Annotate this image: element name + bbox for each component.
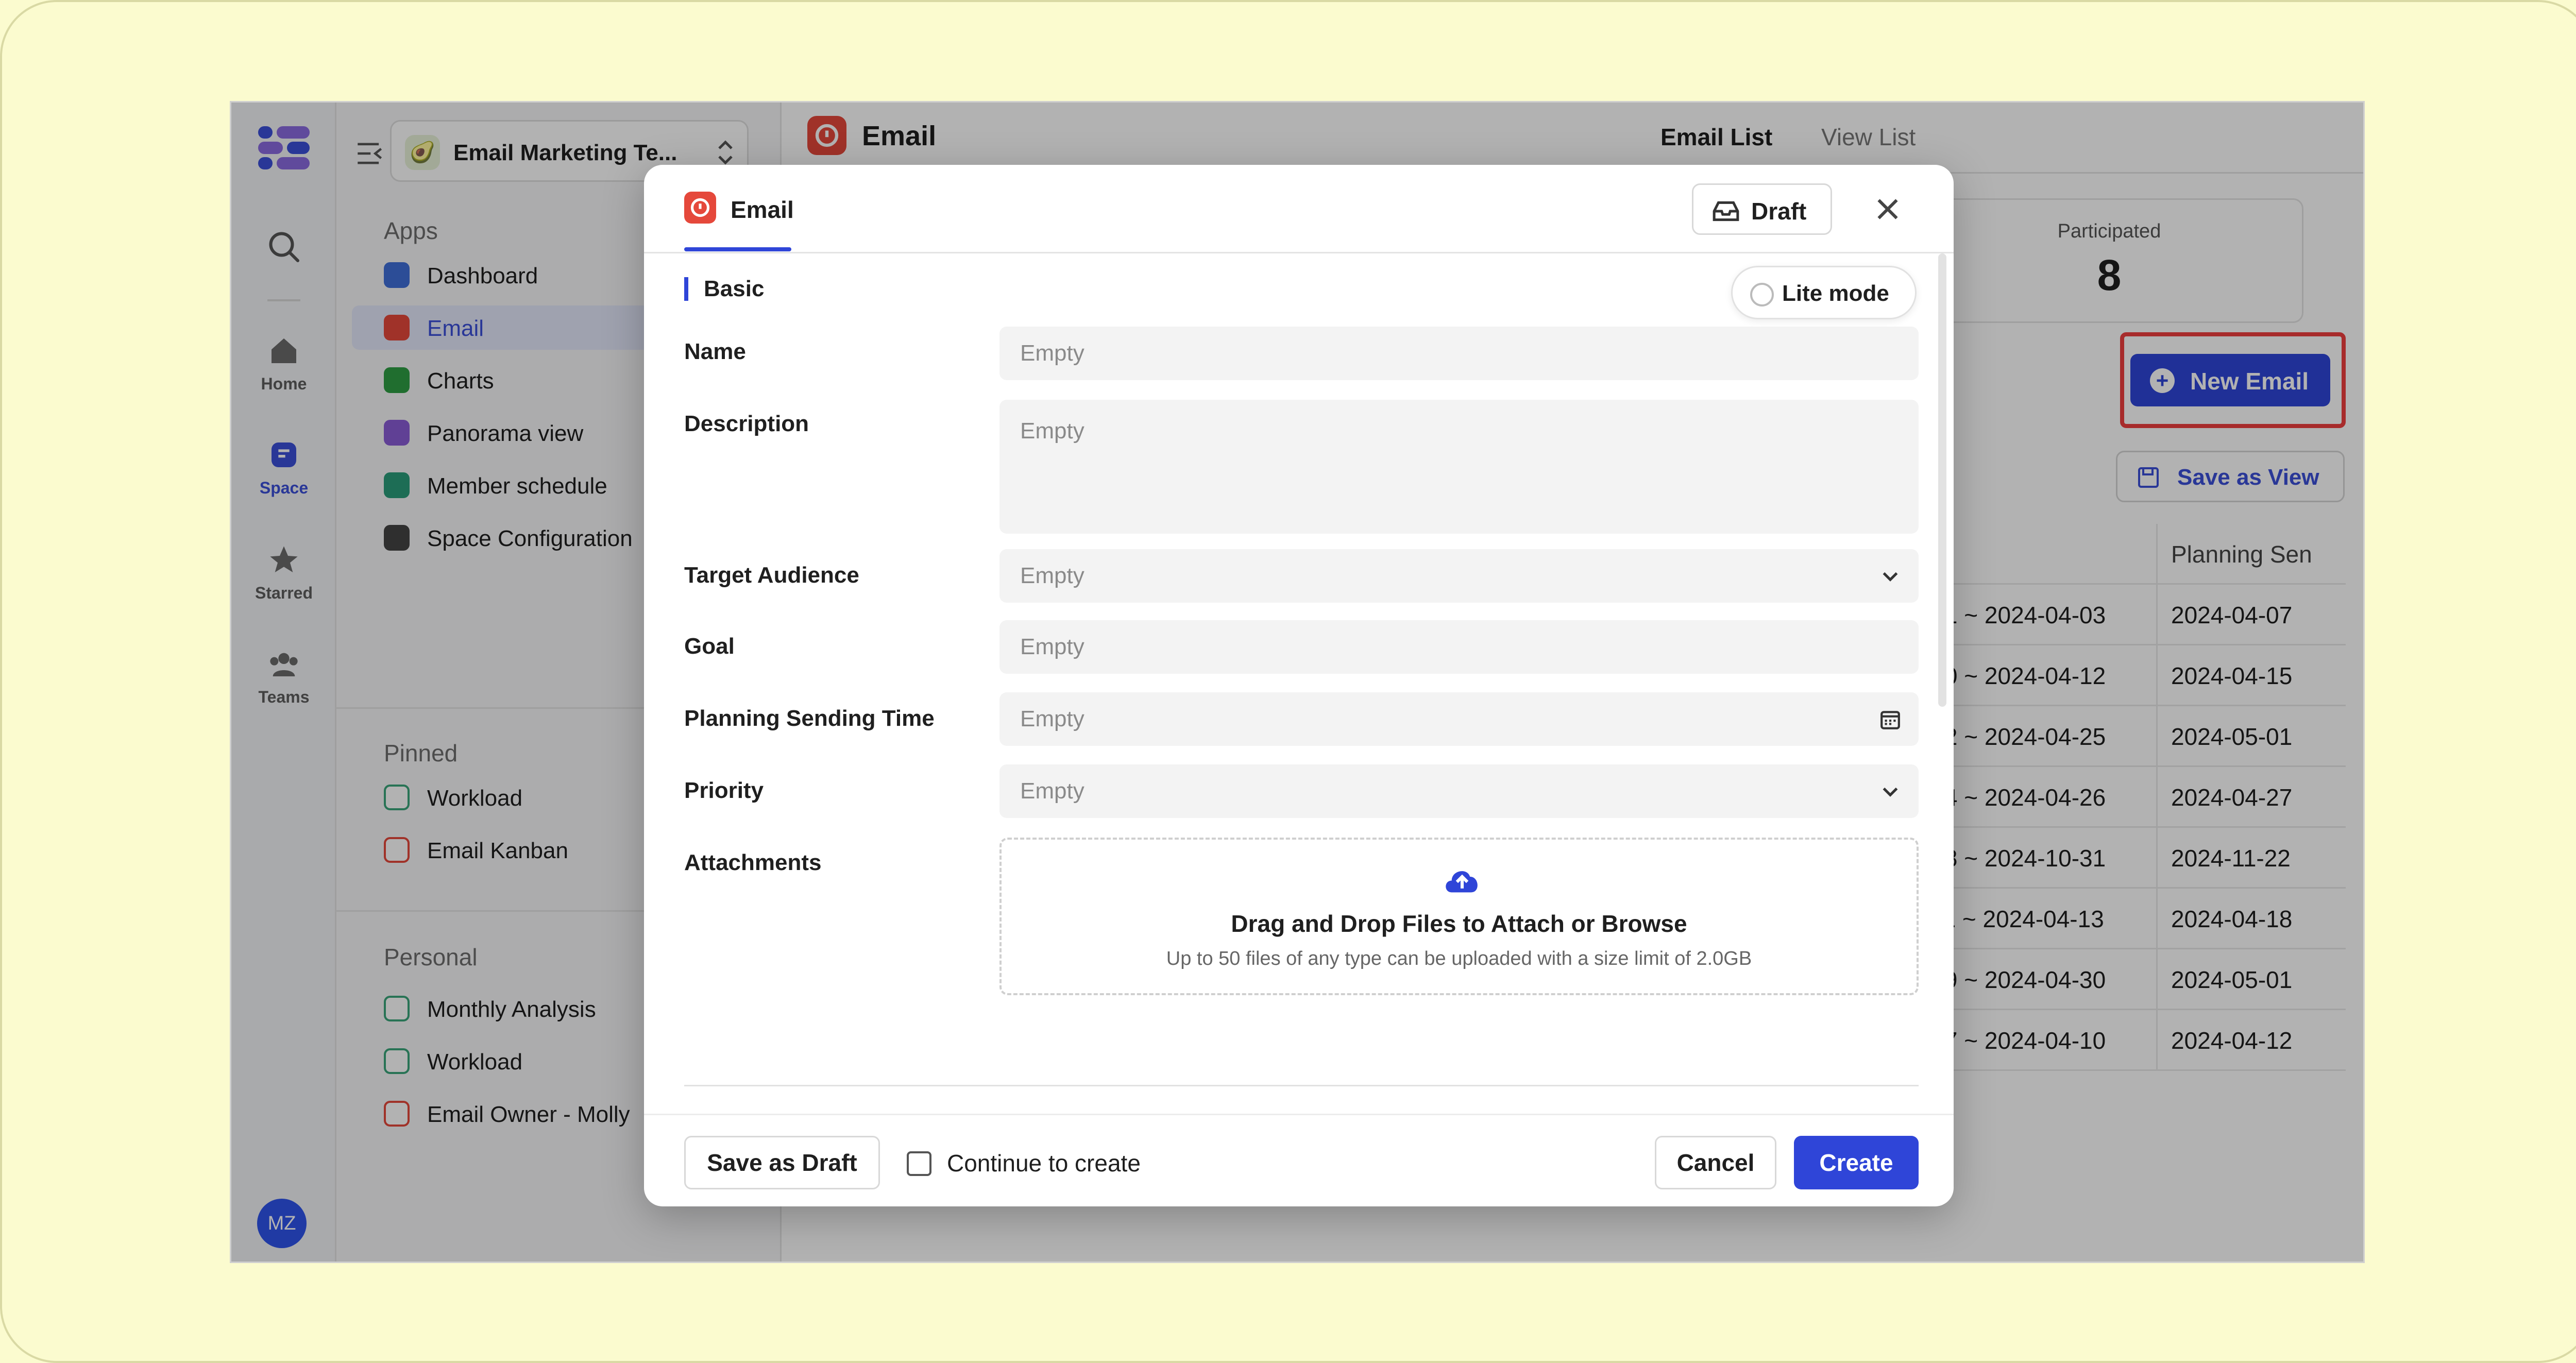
- draft-label: Draft: [1751, 198, 1807, 225]
- calendar-icon: [1880, 711, 1900, 729]
- new-email-dialog: Email Draft Basic Lite mode Name Empty D…: [644, 165, 1954, 1206]
- priority-select[interactable]: Empty: [999, 764, 1919, 818]
- save-as-draft-button[interactable]: Save as Draft: [684, 1136, 880, 1189]
- planning-time-label: Planning Sending Time: [684, 706, 935, 731]
- radio-icon: [1750, 283, 1774, 306]
- continue-checkbox[interactable]: [907, 1151, 931, 1176]
- draft-button[interactable]: Draft: [1692, 183, 1832, 235]
- lite-mode-label: Lite mode: [1782, 281, 1889, 306]
- cancel-button[interactable]: Cancel: [1655, 1136, 1776, 1189]
- inbox-icon: [1713, 201, 1739, 222]
- attachments-label: Attachments: [684, 850, 822, 875]
- continue-label: Continue to create: [947, 1150, 1141, 1177]
- attachment-dropzone[interactable]: Drag and Drop Files to Attach or Browse …: [999, 838, 1919, 995]
- dialog-footer: Save as Draft Continue to create Cancel …: [644, 1114, 1954, 1206]
- priority-value: Empty: [1020, 778, 1084, 804]
- target-audience-value: Empty: [1020, 563, 1084, 588]
- description-input[interactable]: Empty: [999, 400, 1919, 534]
- priority-label: Priority: [684, 778, 764, 803]
- dialog-tab-label: Email: [731, 196, 794, 223]
- description-label: Description: [684, 411, 809, 436]
- planning-time-picker[interactable]: Empty: [999, 692, 1919, 746]
- dialog-divider: [684, 1085, 1919, 1086]
- email-app-icon: [684, 192, 716, 224]
- lite-mode-toggle[interactable]: Lite mode: [1731, 266, 1917, 319]
- dialog-header: Email Draft: [644, 165, 1954, 253]
- upload-cloud-icon: [1446, 871, 1478, 893]
- name-label: Name: [684, 339, 746, 364]
- active-tab-indicator: [684, 247, 791, 251]
- chevron-down-icon: [1883, 572, 1898, 582]
- goal-input[interactable]: Empty: [999, 620, 1919, 674]
- name-input[interactable]: Empty: [999, 327, 1919, 380]
- dropzone-hint: Up to 50 files of any type can be upload…: [1166, 948, 1752, 969]
- dialog-scrollbar[interactable]: [1938, 253, 1946, 707]
- planning-time-value: Empty: [1020, 706, 1084, 731]
- goal-label: Goal: [684, 634, 735, 659]
- create-button[interactable]: Create: [1794, 1136, 1919, 1189]
- target-audience-select[interactable]: Empty: [999, 549, 1919, 603]
- target-audience-label: Target Audience: [684, 563, 859, 588]
- chevron-down-icon: [1883, 787, 1898, 797]
- section-basic: Basic: [684, 277, 764, 301]
- close-icon[interactable]: [1872, 194, 1903, 225]
- dropzone-title: Drag and Drop Files to Attach or Browse: [1231, 910, 1687, 937]
